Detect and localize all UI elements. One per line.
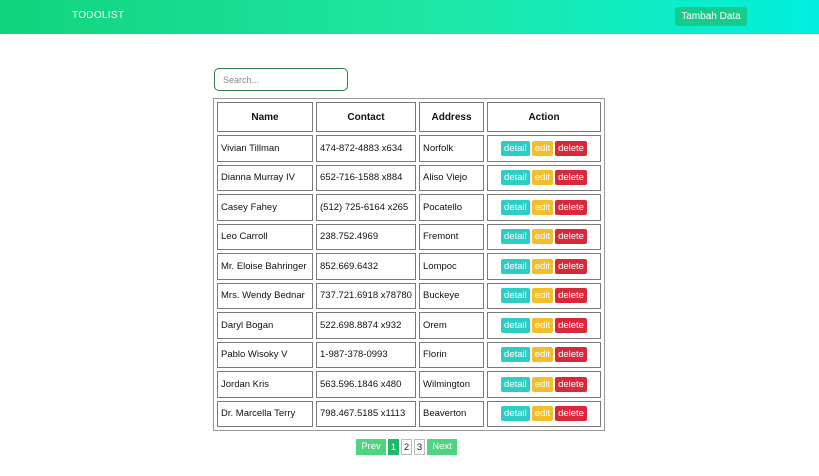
edit-button[interactable]: edit	[531, 199, 554, 215]
delete-button[interactable]: delete	[555, 406, 587, 422]
cell-action: detail edit delete	[487, 312, 601, 339]
cell-contact: 1-987-378-0993	[316, 341, 416, 368]
page-3-button[interactable]: 3	[414, 439, 425, 455]
cell-action: detail edit delete	[487, 341, 601, 368]
tambah-data-button[interactable]: Tambah Data	[675, 7, 747, 26]
cell-name: Leo Carroll	[217, 223, 313, 250]
table-header-row: Name Contact Address Action	[217, 102, 601, 132]
detail-button[interactable]: detail	[501, 258, 530, 274]
cell-action: detail edit delete	[487, 253, 601, 280]
cell-action: detail edit delete	[487, 371, 601, 398]
header-contact: Contact	[316, 102, 416, 132]
delete-button[interactable]: delete	[555, 347, 587, 363]
cell-contact: 563.596.1846 x480	[316, 371, 416, 398]
edit-button[interactable]: edit	[531, 229, 554, 245]
cell-name: Mrs. Wendy Bednar	[217, 282, 313, 309]
cell-address: Orem	[419, 312, 484, 339]
delete-button[interactable]: delete	[555, 317, 587, 333]
cell-address: Aliso Viejo	[419, 164, 484, 191]
detail-button[interactable]: detail	[501, 347, 530, 363]
delete-button[interactable]: delete	[555, 376, 587, 392]
delete-button[interactable]: delete	[555, 229, 587, 245]
delete-button[interactable]: delete	[555, 140, 587, 156]
detail-button[interactable]: detail	[501, 406, 530, 422]
table-row: Mr. Eloise Bahringer 852.669.6432 Lompoc de…	[217, 253, 601, 280]
cell-address: Buckeye	[419, 282, 484, 309]
cell-address: Florin	[419, 341, 484, 368]
delete-button[interactable]: delete	[555, 288, 587, 304]
cell-address: Fremont	[419, 223, 484, 250]
cell-name: Casey Fahey	[217, 194, 313, 221]
header-name: Name	[217, 102, 313, 132]
cell-action: detail edit delete	[487, 223, 601, 250]
cell-action: detail edit delete	[487, 164, 601, 191]
cell-address: Lompoc	[419, 253, 484, 280]
page-2-button[interactable]: 2	[401, 439, 412, 455]
detail-button[interactable]: detail	[501, 170, 530, 186]
data-table-container: Name Contact Address Action Vivian Tillm…	[213, 98, 605, 431]
cell-contact: 737.721.6918 x78780	[316, 282, 416, 309]
cell-contact: (512) 725-6164 x265	[316, 194, 416, 221]
edit-button[interactable]: edit	[531, 347, 554, 363]
detail-button[interactable]: detail	[501, 229, 530, 245]
prev-button[interactable]: Prev	[356, 439, 386, 455]
table-row: Dr. Marcella Terry 798.467.5185 x1113 Beav…	[217, 400, 601, 427]
table-body: Vivian Tillman 474-872-4883 x634 Norfolk de…	[217, 135, 601, 427]
cell-address: Wilmington	[419, 371, 484, 398]
table-row: Jordan Kris 563.596.1846 x480 Wilmington de…	[217, 371, 601, 398]
detail-button[interactable]: detail	[501, 288, 530, 304]
cell-name: Vivian Tillman	[217, 135, 313, 162]
cell-action: detail edit delete	[487, 135, 601, 162]
edit-button[interactable]: edit	[531, 288, 554, 304]
cell-contact: 798.467.5185 x1113	[316, 400, 416, 427]
table-row: Vivian Tillman 474-872-4883 x634 Norfolk de…	[217, 135, 601, 162]
table-row: Casey Fahey (512) 725-6164 x265 Pocatello d…	[217, 194, 601, 221]
edit-button[interactable]: edit	[531, 376, 554, 392]
cell-name: Dr. Marcella Terry	[217, 400, 313, 427]
edit-button[interactable]: edit	[531, 317, 554, 333]
edit-button[interactable]: edit	[531, 140, 554, 156]
table-row: Daryl Bogan 522.698.8874 x932 Orem detail ed…	[217, 312, 601, 339]
page-1-button[interactable]: 1	[388, 439, 399, 455]
cell-contact: 522.698.8874 x932	[316, 312, 416, 339]
delete-button[interactable]: delete	[555, 258, 587, 274]
cell-action: detail edit delete	[487, 282, 601, 309]
cell-address: Beaverton	[419, 400, 484, 427]
edit-button[interactable]: edit	[531, 258, 554, 274]
delete-button[interactable]: delete	[555, 199, 587, 215]
delete-button[interactable]: delete	[555, 170, 587, 186]
detail-button[interactable]: detail	[501, 376, 530, 392]
cell-contact: 652-716-1588 x884	[316, 164, 416, 191]
table-row: Mrs. Wendy Bednar 737.721.6918 x78780 Buck…	[217, 282, 601, 309]
cell-action: detail edit delete	[487, 400, 601, 427]
cell-address: Pocatello	[419, 194, 484, 221]
table-row: Dianna Murray IV 652-716-1588 x884 Aliso V…	[217, 164, 601, 191]
table-row: Pablo Wisoky V 1-987-378-0993 Florin detail…	[217, 341, 601, 368]
next-button[interactable]: Next	[427, 439, 457, 455]
header-address: Address	[419, 102, 484, 132]
header-action: Action	[487, 102, 601, 132]
cell-name: Mr. Eloise Bahringer	[217, 253, 313, 280]
detail-button[interactable]: detail	[501, 317, 530, 333]
cell-action: detail edit delete	[487, 194, 601, 221]
cell-contact: 474-872-4883 x634	[316, 135, 416, 162]
brand-logo[interactable]: TODOLIST	[72, 10, 124, 21]
detail-button[interactable]: detail	[501, 140, 530, 156]
search-input[interactable]	[214, 68, 348, 91]
cell-contact: 852.669.6432	[316, 253, 416, 280]
pagination: Prev 1 2 3 Next	[356, 439, 457, 455]
edit-button[interactable]: edit	[531, 406, 554, 422]
cell-name: Dianna Murray IV	[217, 164, 313, 191]
cell-name: Daryl Bogan	[217, 312, 313, 339]
cell-name: Jordan Kris	[217, 371, 313, 398]
cell-name: Pablo Wisoky V	[217, 341, 313, 368]
table-row: Leo Carroll 238.752.4969 Fremont detail edit…	[217, 223, 601, 250]
cell-address: Norfolk	[419, 135, 484, 162]
navbar: TODOLIST Tambah Data	[0, 0, 819, 34]
data-table: Name Contact Address Action Vivian Tillm…	[213, 98, 605, 431]
cell-contact: 238.752.4969	[316, 223, 416, 250]
edit-button[interactable]: edit	[531, 170, 554, 186]
detail-button[interactable]: detail	[501, 199, 530, 215]
